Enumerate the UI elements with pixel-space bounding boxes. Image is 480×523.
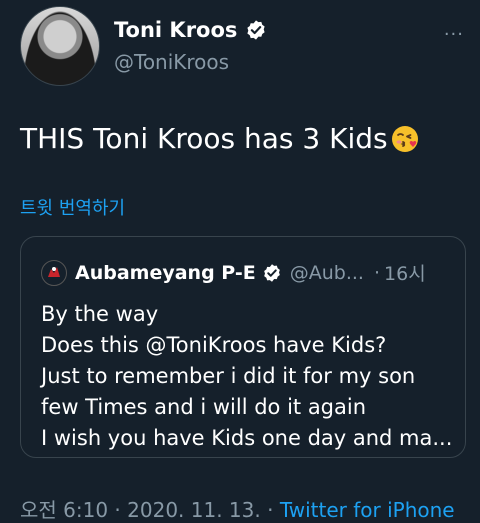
tweet-source-link[interactable]: Twitter for iPhone — [280, 498, 455, 522]
quoted-text-line: Does this @ToniKroos have Kids? — [41, 333, 387, 357]
verified-badge-icon — [245, 19, 267, 41]
quoted-tweet-text: By the way Does this @ToniKroos have Kid… — [41, 299, 453, 454]
quoted-text-line: Just to remember i did it for my son — [41, 364, 416, 388]
quoted-text-line: By the way — [41, 302, 159, 326]
kissing-face-icon — [390, 124, 420, 154]
author-name-row[interactable]: Toni Kroos — [114, 18, 267, 42]
quoted-author-avatar — [41, 259, 67, 286]
quoted-author-handle: @Aub... — [289, 261, 364, 284]
quoted-tweet-header: Aubameyang P-E @Aub... · 16시 — [41, 259, 426, 286]
dot-separator: · — [373, 261, 381, 284]
quoted-verified-badge-icon — [262, 263, 282, 283]
tweet-header: Toni Kroos @ToniKroos ··· — [20, 6, 464, 90]
more-options-icon[interactable]: ··· — [444, 24, 464, 45]
author-name[interactable]: Toni Kroos — [114, 18, 237, 42]
tweet-date[interactable]: 2020. 11. 13. — [127, 498, 261, 522]
quoted-tweet[interactable]: Aubameyang P-E @Aub... · 16시 By the way … — [20, 236, 466, 458]
tweet-text-content: THIS Toni Kroos has 3 Kids — [20, 122, 388, 155]
tweet-metadata: 오전 6:10 · 2020. 11. 13. · Twitter for iP… — [20, 494, 455, 523]
quoted-author-name: Aubameyang P-E — [75, 261, 256, 284]
dot-separator: · — [108, 498, 128, 522]
author-handle[interactable]: @ToniKroos — [114, 50, 229, 74]
translate-tweet-link[interactable]: 트윗 번역하기 — [20, 194, 125, 220]
tweet-time[interactable]: 오전 6:10 — [20, 498, 108, 522]
tweet-text: THIS Toni Kroos has 3 Kids — [20, 122, 420, 155]
quoted-text-line: I wish you have Kids one day and ma... — [41, 426, 453, 450]
dot-separator: · — [260, 498, 280, 522]
quoted-text-line: few Times and i will do it again — [41, 395, 367, 419]
author-avatar[interactable] — [20, 6, 100, 86]
quoted-timestamp: 16시 — [384, 263, 426, 285]
